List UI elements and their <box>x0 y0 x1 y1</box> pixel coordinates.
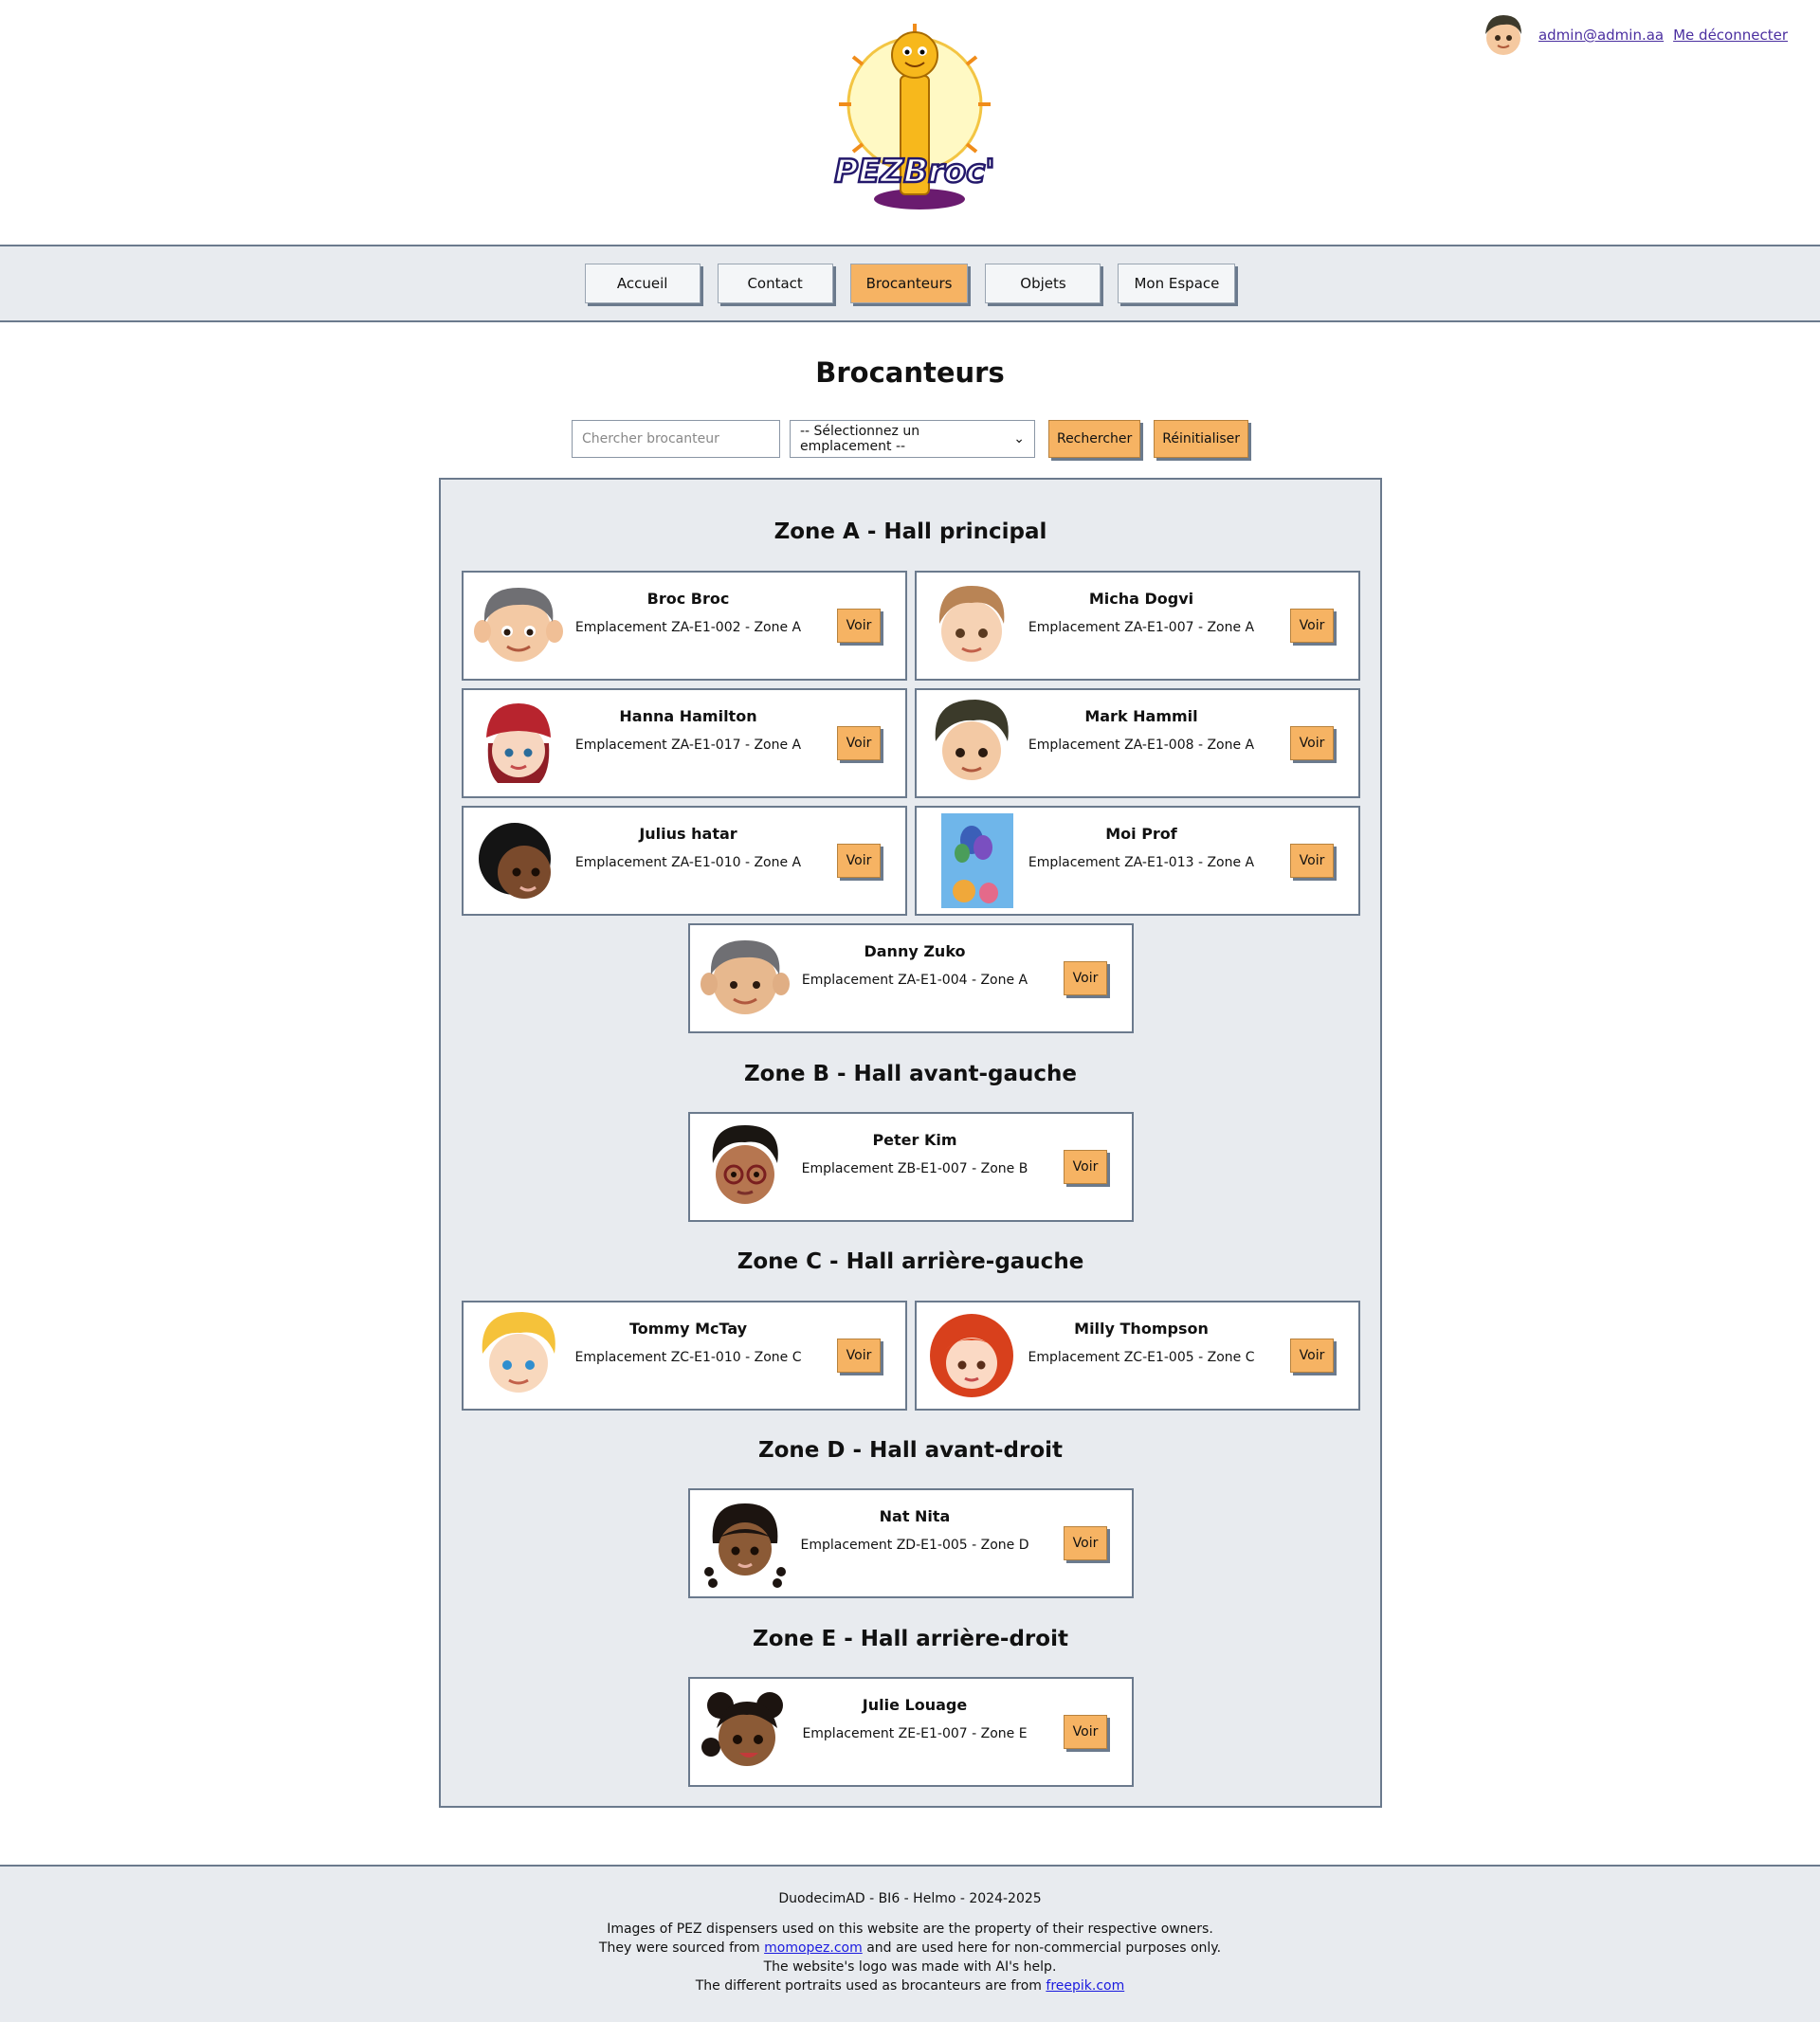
portrait-girl-red-hat <box>486 703 551 783</box>
vendor-location: Emplacement ZA-E1-008 - Zone A <box>1028 738 1255 753</box>
zone-c-title: Zone C - Hall arrière-gauche <box>737 1249 1084 1274</box>
momopez-link[interactable]: momopez.com <box>764 1940 863 1956</box>
vendor-name: Mark Hammil <box>1084 707 1198 725</box>
portrait-boy-brown-hair <box>938 586 1005 662</box>
vendor-name: Nat Nita <box>879 1507 951 1525</box>
user-menu: admin@admin.aa Me déconnecter <box>1478 9 1788 61</box>
voir-button[interactable]: Voir <box>837 1339 881 1373</box>
vendor-name: Julie Louage <box>862 1696 968 1714</box>
search-button[interactable]: Rechercher <box>1047 420 1141 458</box>
voir-button[interactable]: Voir <box>837 844 881 878</box>
voir-button[interactable]: Voir <box>1290 609 1334 643</box>
zone-a-title: Zone A - Hall principal <box>774 519 1047 544</box>
vendor-location: Emplacement ZA-E1-002 - Zone A <box>574 620 802 635</box>
footer-credits: Images of PEZ dispensers used on this we… <box>0 1920 1820 1995</box>
vendor-location: Emplacement ZA-E1-017 - Zone A <box>574 738 802 753</box>
footer-text: The different portraits used as brocante… <box>695 1978 1046 1994</box>
vendor-card[interactable]: Nat Nita Emplacement ZD-E1-005 - Zone D … <box>688 1488 1134 1598</box>
vendor-card[interactable]: Milly Thompson Emplacement ZC-E1-005 - Z… <box>915 1301 1360 1411</box>
vendor-location: Emplacement ZD-E1-005 - Zone D <box>800 1538 1029 1553</box>
footer-credit-line: The different portraits used as brocante… <box>0 1976 1820 1995</box>
portrait-girl-puffs <box>701 1692 783 1766</box>
nav-mon-espace[interactable]: Mon Espace <box>1118 264 1236 303</box>
search-input[interactable]: Chercher brocanteur <box>571 420 780 458</box>
vendor-name: Danny Zuko <box>864 942 966 960</box>
user-avatar[interactable] <box>1478 9 1529 61</box>
vendor-location: Emplacement ZA-E1-010 - Zone A <box>574 855 802 870</box>
voir-button[interactable]: Voir <box>1290 1339 1334 1373</box>
vendor-location: Emplacement ZC-E1-005 - Zone C <box>1028 1350 1255 1365</box>
zone-b-title: Zone B - Hall avant-gauche <box>743 1062 1077 1086</box>
pezbroc-logo[interactable]: PEZBroc' <box>825 19 1005 218</box>
main-nav: Accueil Contact Brocanteurs Objets Mon E… <box>0 245 1820 322</box>
voir-button[interactable]: Voir <box>1290 726 1334 760</box>
portrait-balloons-photo <box>941 813 1013 908</box>
portrait-boy-gray-hair <box>474 588 563 662</box>
vendor-card[interactable]: Hanna Hamilton Emplacement ZA-E1-017 - Z… <box>462 688 907 798</box>
vendor-card[interactable]: Julie Louage Emplacement ZE-E1-007 - Zon… <box>688 1677 1134 1787</box>
vendor-location: Emplacement ZB-E1-007 - Zone B <box>801 1161 1028 1176</box>
vendor-name: Julius hatar <box>639 825 737 843</box>
vendor-card[interactable]: Broc Broc Emplacement ZA-E1-002 - Zone A… <box>462 571 907 681</box>
logo-wordmark: PEZBroc' <box>834 153 994 191</box>
vendor-name: Peter Kim <box>872 1131 957 1149</box>
footer-credit-line: Images of PEZ dispensers used on this we… <box>607 1922 1213 1937</box>
vendor-name: Micha Dogvi <box>1088 590 1194 608</box>
vendor-location: Emplacement ZE-E1-007 - Zone E <box>802 1726 1028 1741</box>
zone-d-title: Zone D - Hall avant-droit <box>757 1438 1064 1463</box>
portrait-boy-gray-hair <box>701 940 790 1014</box>
vendor-card[interactable]: Micha Dogvi Emplacement ZA-E1-007 - Zone… <box>915 571 1360 681</box>
portrait-girl-red-curly-hair <box>930 1314 1013 1397</box>
vendor-name: Broc Broc <box>646 590 730 608</box>
vendor-card[interactable]: Mark Hammil Emplacement ZA-E1-008 - Zone… <box>915 688 1360 798</box>
nav-objets[interactable]: Objets <box>985 264 1101 303</box>
nav-contact[interactable]: Contact <box>717 264 833 303</box>
zone-e-title: Zone E - Hall arrière-droit <box>753 1627 1068 1651</box>
user-email-link[interactable]: admin@admin.aa <box>1538 27 1664 44</box>
search-bar: Chercher brocanteur -- Sélectionnez un e… <box>0 420 1820 458</box>
vendor-card[interactable]: Peter Kim Emplacement ZB-E1-007 - Zone B… <box>688 1112 1134 1222</box>
site-footer: DuodecimAD - BI6 - Helmo - 2024-2025 Ima… <box>0 1865 1820 2022</box>
vendors-panel: Zone A - Hall principal Broc Broc Emplac… <box>439 478 1382 1808</box>
voir-button[interactable]: Voir <box>837 609 881 643</box>
vendor-card[interactable]: Danny Zuko Emplacement ZA-E1-004 - Zone … <box>688 923 1134 1033</box>
vendor-location: Emplacement ZA-E1-007 - Zone A <box>1028 620 1255 635</box>
freepik-link[interactable]: freepik.com <box>1046 1978 1124 1994</box>
footer-credit-line: The website's logo was made with AI's he… <box>763 1959 1057 1975</box>
location-select-value: -- Sélectionnez un emplacement -- <box>799 424 920 454</box>
vendor-card[interactable]: Julius hatar Emplacement ZA-E1-010 - Zon… <box>462 806 907 916</box>
vendor-card[interactable]: Moi Prof Emplacement ZA-E1-013 - Zone A … <box>915 806 1360 916</box>
portrait-boy-blond-hair <box>482 1312 555 1393</box>
voir-button[interactable]: Voir <box>1290 844 1334 878</box>
vendor-location: Emplacement ZC-E1-010 - Zone C <box>574 1350 802 1365</box>
vendor-location: Emplacement ZA-E1-013 - Zone A <box>1028 855 1255 870</box>
vendor-name: Hanna Hamilton <box>619 707 757 725</box>
footer-text: and are used here for non-commercial pur… <box>862 1940 1222 1956</box>
voir-button[interactable]: Voir <box>837 726 881 760</box>
portrait-boy-glasses <box>712 1125 778 1204</box>
portrait-girl-braids <box>704 1503 786 1588</box>
voir-button[interactable]: Voir <box>1064 1526 1107 1560</box>
chevron-down-icon: ⌄ <box>1013 431 1025 446</box>
page-title: Brocanteurs <box>815 356 1005 389</box>
voir-button[interactable]: Voir <box>1064 961 1107 995</box>
nav-brocanteurs[interactable]: Brocanteurs <box>849 264 969 303</box>
vendor-location: Emplacement ZA-E1-004 - Zone A <box>801 973 1028 988</box>
nav-accueil[interactable]: Accueil <box>584 264 701 303</box>
portrait-boy-dark-hair <box>935 700 1009 780</box>
vendor-name: Tommy McTay <box>628 1320 748 1338</box>
vendor-name: Milly Thompson <box>1074 1320 1209 1338</box>
footer-copyright: DuodecimAD - BI6 - Helmo - 2024-2025 <box>778 1891 1042 1906</box>
reset-button[interactable]: Réinitialiser <box>1154 420 1249 458</box>
site-header: PEZBroc' admin@admin.aa Me déconnecter <box>0 0 1820 245</box>
voir-button[interactable]: Voir <box>1064 1150 1107 1184</box>
voir-button[interactable]: Voir <box>1064 1715 1107 1749</box>
location-select[interactable]: -- Sélectionnez un emplacement -- ⌄ <box>789 420 1035 458</box>
logout-link[interactable]: Me déconnecter <box>1673 27 1788 44</box>
vendor-name: Moi Prof <box>1105 825 1177 843</box>
portrait-boy-curly-black-hair <box>479 823 551 899</box>
vendor-card[interactable]: Tommy McTay Emplacement ZC-E1-010 - Zone… <box>462 1301 907 1411</box>
footer-text: They were sourced from <box>598 1940 765 1956</box>
footer-credit-line: They were sourced from momopez.com and a… <box>0 1939 1820 1958</box>
